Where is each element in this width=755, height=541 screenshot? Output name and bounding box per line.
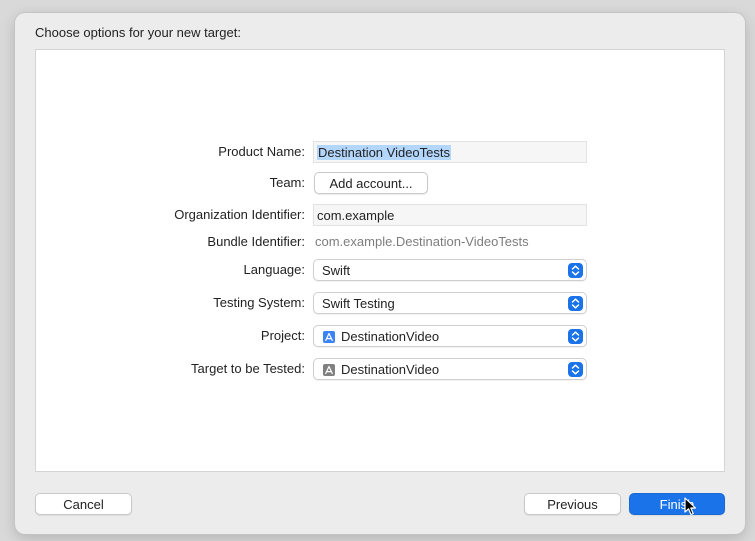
chevron-updown-icon [568,362,583,377]
chevron-updown-icon [568,296,583,311]
mouse-pointer-icon [684,497,697,516]
product-name-field[interactable]: Destination VideoTests [313,141,587,163]
options-panel: Product Name: Destination VideoTests Tea… [35,49,725,472]
chevron-updown-icon [568,263,583,278]
project-label: Project: [260,328,305,343]
row-project: Project: DestinationVideo [36,324,726,348]
app-project-icon [323,331,335,343]
row-target-to-be-tested: Target to be Tested: DestinationVideo [36,357,726,381]
finish-button[interactable]: Finish [629,493,725,515]
testing-system-label: Testing System: [213,295,305,310]
testing-system-popup[interactable]: Swift Testing [313,292,587,314]
language-popup[interactable]: Swift [313,259,587,281]
previous-button[interactable]: Previous [524,493,621,515]
bundle-identifier-value: com.example.Destination-VideoTests [315,234,529,249]
product-name-label: Product Name: [218,144,305,159]
new-target-sheet: Choose options for your new target: Prod… [15,13,745,534]
team-label: Team: [269,175,305,190]
organization-identifier-label: Organization Identifier: [174,207,305,222]
row-language: Language: Swift [36,258,726,282]
row-product-name: Product Name: Destination VideoTests [36,140,726,164]
row-team: Team: Add account... [36,171,726,195]
language-label: Language: [243,262,305,277]
target-to-be-tested-label: Target to be Tested: [191,361,305,376]
row-organization-identifier: Organization Identifier: com.example [36,203,726,227]
project-value: DestinationVideo [341,329,440,344]
cancel-button[interactable]: Cancel [35,493,132,515]
product-name-value: Destination VideoTests [317,145,452,160]
language-value: Swift [322,263,351,278]
chevron-updown-icon [568,329,583,344]
dialog-title: Choose options for your new target: [35,25,241,40]
target-to-be-tested-popup[interactable]: DestinationVideo [313,358,587,380]
target-to-be-tested-value: DestinationVideo [341,362,440,377]
organization-identifier-field[interactable]: com.example [313,204,587,226]
row-bundle-identifier: Bundle Identifier: com.example.Destinati… [36,230,726,254]
row-testing-system: Testing System: Swift Testing [36,291,726,315]
add-account-button[interactable]: Add account... [314,172,428,194]
app-target-icon [323,364,335,376]
bundle-identifier-label: Bundle Identifier: [207,234,305,249]
testing-system-value: Swift Testing [322,296,395,311]
project-popup[interactable]: DestinationVideo [313,325,587,347]
